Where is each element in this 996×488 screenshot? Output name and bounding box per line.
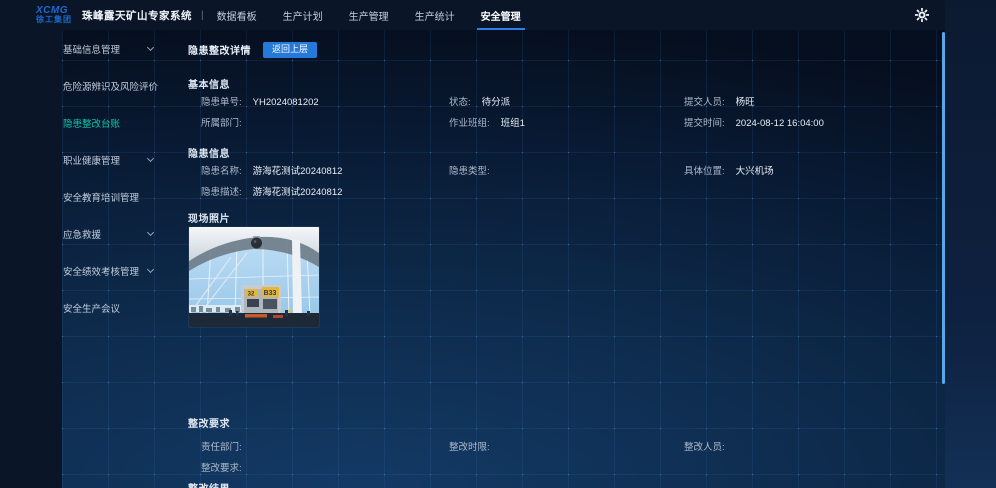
field-hazard-name: 隐患名称: 游海花测试20240812 bbox=[188, 163, 436, 177]
sidebar-item-safety-performance[interactable]: 安全绩效考核管理 bbox=[63, 252, 193, 289]
active-tab-underline bbox=[477, 28, 525, 30]
status-value: 待分派 bbox=[482, 94, 511, 108]
field-label: 隐患名称: bbox=[201, 163, 242, 177]
nav-item-production-mgmt[interactable]: 生产管理 bbox=[345, 0, 393, 30]
desktop-background bbox=[945, 0, 996, 488]
logo-text-group: 徐工集团 bbox=[36, 16, 72, 24]
field-label: 作业班组: bbox=[449, 115, 490, 129]
form-row: 责任部门: 整改时限: 整改人员: bbox=[188, 436, 935, 457]
chevron-down-icon bbox=[147, 266, 154, 273]
sidebar-item-hazard-source-risk-eval[interactable]: 危险源辨识及风险评价 bbox=[63, 67, 193, 104]
nav-item-dashboard[interactable]: 数据看板 bbox=[213, 0, 261, 30]
field-work-team: 作业班组: 班组1 bbox=[436, 115, 671, 129]
field-value: 班组1 bbox=[501, 115, 525, 129]
field-label: 隐患描述: bbox=[201, 184, 242, 198]
field-label: 状态: bbox=[449, 94, 471, 108]
field-label: 整改要求: bbox=[201, 460, 242, 474]
field-label: 提交时间: bbox=[684, 115, 725, 129]
chevron-down-icon bbox=[147, 44, 154, 51]
field-rectify-requirement: 整改要求: bbox=[188, 460, 935, 474]
field-rectify-person: 整改人员: bbox=[671, 439, 935, 453]
form-row: 所属部门: 作业班组: 班组1 提交时间: 2024-08-12 16:04:0… bbox=[188, 112, 935, 133]
sidebar-item-label: 应急救援 bbox=[63, 227, 101, 241]
gate-sign-left: 32 bbox=[248, 291, 255, 297]
field-location: 具体位置: 大兴机场 bbox=[671, 163, 935, 177]
back-button[interactable]: 返回上层 bbox=[263, 42, 317, 58]
section-title-scene-photo: 现场照片 bbox=[188, 210, 935, 225]
chevron-down-icon bbox=[147, 229, 154, 236]
section-title-rectify-result: 整改结果 bbox=[188, 480, 935, 488]
content-spacer bbox=[188, 327, 935, 415]
field-status: 状态: 待分派 bbox=[436, 94, 671, 108]
field-label: 所属部门: bbox=[201, 115, 242, 129]
field-submit-time: 提交时间: 2024-08-12 16:04:00 bbox=[671, 115, 935, 129]
nav-item-production-plan[interactable]: 生产计划 bbox=[279, 0, 327, 30]
sidebar-item-label: 隐患整改台账 bbox=[63, 116, 120, 130]
top-navbar: XCMG 徐工集团 珠峰露天矿山专家系统 | 数据看板 生产计划 生产管理 生产… bbox=[0, 0, 945, 30]
field-value: 2024-08-12 16:04:00 bbox=[736, 118, 824, 129]
form-row: 隐患名称: 游海花测试20240812 隐患类型: 具体位置: 大兴机场 bbox=[188, 160, 935, 181]
section-title-hazard-info: 隐患信息 bbox=[188, 145, 935, 160]
app-window: XCMG 徐工集团 珠峰露天矿山专家系统 | 数据看板 生产计划 生产管理 生产… bbox=[0, 0, 945, 488]
sidebar-item-label: 安全生产会议 bbox=[63, 301, 120, 315]
sidebar-rail bbox=[0, 30, 62, 488]
nav-item-label: 安全管理 bbox=[481, 8, 521, 23]
section-title-basic-info: 基本信息 bbox=[188, 76, 935, 91]
sidebar-item-occupational-health[interactable]: 职业健康管理 bbox=[63, 141, 193, 178]
field-hazard-no: 隐患单号: YH2024081202 bbox=[188, 94, 436, 108]
sidebar-item-label: 基础信息管理 bbox=[63, 42, 120, 56]
field-department: 所属部门: bbox=[188, 115, 436, 129]
page-header: 隐患整改详情 返回上层 bbox=[188, 42, 935, 58]
nav-item-label: 生产计划 bbox=[283, 8, 323, 23]
field-label: 提交人员: bbox=[684, 94, 725, 108]
field-submitter: 提交人员: 杨旺 bbox=[671, 94, 935, 108]
scene-photo-thumbnail[interactable]: 32 B33 bbox=[189, 227, 319, 327]
main-content: 隐患整改详情 返回上层 基本信息 隐患单号: YH2024081202 状态: … bbox=[188, 30, 935, 488]
field-value: 游海花测试20240812 bbox=[253, 184, 343, 198]
sidebar-item-emergency-rescue[interactable]: 应急救援 bbox=[63, 215, 193, 252]
nav-item-label: 生产管理 bbox=[349, 8, 389, 23]
sidebar-item-label: 安全绩效考核管理 bbox=[63, 264, 139, 278]
form-row: 隐患描述: 游海花测试20240812 bbox=[188, 181, 935, 202]
page-title: 隐患整改详情 bbox=[188, 42, 251, 57]
sidebar-menu: 基础信息管理 危险源辨识及风险评价 隐患整改台账 职业健康管理 安全教育培训管理… bbox=[63, 30, 193, 326]
section-title-rectify-requirement: 整改要求 bbox=[188, 415, 935, 430]
nav-item-label: 数据看板 bbox=[217, 8, 257, 23]
sidebar-item-hidden-danger-ledger[interactable]: 隐患整改台账 bbox=[63, 104, 193, 141]
airport-terminal-photo: 32 B33 bbox=[189, 227, 319, 327]
field-hazard-desc: 隐患描述: 游海花测试20240812 bbox=[188, 184, 935, 198]
xcmg-logo: XCMG 徐工集团 bbox=[36, 6, 72, 24]
sidebar-item-label: 安全教育培训管理 bbox=[63, 190, 139, 204]
nav-item-safety-mgmt[interactable]: 安全管理 bbox=[477, 0, 525, 30]
form-row: 隐患单号: YH2024081202 状态: 待分派 提交人员: 杨旺 bbox=[188, 91, 935, 112]
sidebar-item-label: 危险源辨识及风险评价 bbox=[63, 79, 158, 93]
gear-icon[interactable] bbox=[915, 8, 929, 22]
top-menu: 数据看板 生产计划 生产管理 生产统计 安全管理 bbox=[213, 0, 543, 30]
field-responsible-dept: 责任部门: bbox=[188, 439, 436, 453]
field-label: 责任部门: bbox=[201, 439, 242, 453]
field-label: 整改时限: bbox=[449, 439, 490, 453]
field-label: 隐患类型: bbox=[449, 163, 490, 177]
nav-item-label: 生产统计 bbox=[415, 8, 455, 23]
field-value: 大兴机场 bbox=[736, 163, 774, 177]
app-title: 珠峰露天矿山专家系统 bbox=[82, 8, 192, 23]
field-label: 隐患单号: bbox=[201, 94, 242, 108]
nav-item-production-stats[interactable]: 生产统计 bbox=[411, 0, 459, 30]
screen: XCMG 徐工集团 珠峰露天矿山专家系统 | 数据看板 生产计划 生产管理 生产… bbox=[0, 0, 996, 488]
sidebar-item-safety-education[interactable]: 安全教育培训管理 bbox=[63, 178, 193, 215]
field-value: YH2024081202 bbox=[253, 97, 319, 108]
field-label: 具体位置: bbox=[684, 163, 725, 177]
title-divider: | bbox=[201, 10, 204, 21]
field-rectify-deadline: 整改时限: bbox=[436, 439, 671, 453]
field-value: 杨旺 bbox=[736, 94, 755, 108]
sidebar-item-basic-info-mgmt[interactable]: 基础信息管理 bbox=[63, 30, 193, 67]
form-row: 整改要求: bbox=[188, 457, 935, 478]
gate-sign-right: B33 bbox=[264, 290, 277, 297]
sidebar-item-label: 职业健康管理 bbox=[63, 153, 120, 167]
field-value: 游海花测试20240812 bbox=[253, 163, 343, 177]
chevron-down-icon bbox=[147, 155, 154, 162]
field-hazard-type: 隐患类型: bbox=[436, 163, 671, 177]
sidebar-item-safety-meeting[interactable]: 安全生产会议 bbox=[63, 289, 193, 326]
field-label: 整改人员: bbox=[684, 439, 725, 453]
